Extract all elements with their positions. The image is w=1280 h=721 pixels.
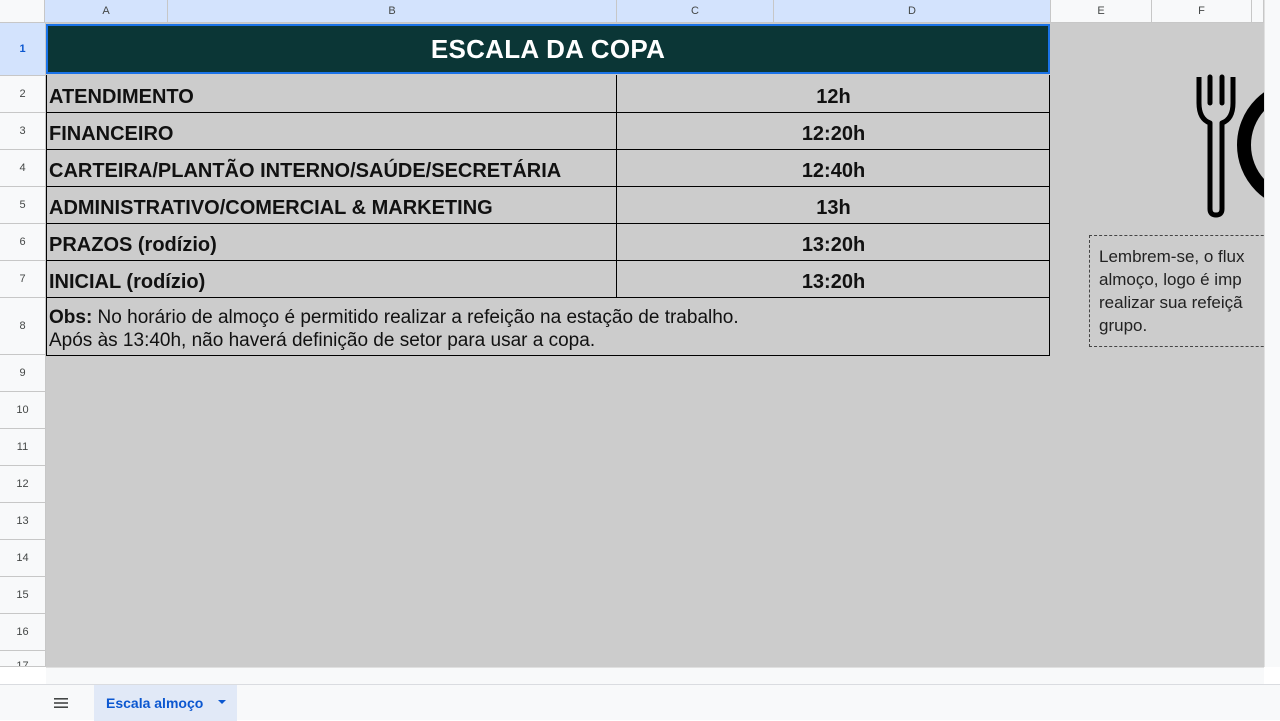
- sector-cell[interactable]: ADMINISTRATIVO/COMERCIAL & MARKETING: [49, 197, 493, 220]
- time-cell[interactable]: 13:20h: [617, 271, 1050, 294]
- sector-cell[interactable]: INICIAL (rodízio): [49, 271, 205, 294]
- column-header-f[interactable]: F: [1152, 0, 1252, 23]
- row-header-14[interactable]: 14: [0, 540, 46, 577]
- sheet-tab-escala-almoco[interactable]: Escala almoço: [94, 685, 237, 721]
- row-header-12[interactable]: 12: [0, 466, 46, 503]
- note-line: realizar sua refeiçã: [1099, 293, 1243, 312]
- row-header-16[interactable]: 16: [0, 614, 46, 651]
- observation-label: Obs:: [49, 307, 93, 328]
- row-header-7[interactable]: 7: [0, 261, 46, 298]
- row-header-15[interactable]: 15: [0, 577, 46, 614]
- sheet-grid[interactable]: ESCALA DA COPA ATENDIMENTO 12h FINANCEIR…: [46, 23, 1264, 667]
- horizontal-scrollbar[interactable]: [46, 667, 1264, 684]
- caret-down-icon[interactable]: [217, 697, 227, 707]
- column-header-g[interactable]: [1252, 0, 1264, 23]
- sector-cell[interactable]: CARTEIRA/PLANTÃO INTERNO/SAÚDE/SECRETÁRI…: [49, 160, 561, 183]
- reminder-note-box[interactable]: Lembrem-se, o flux almoço, logo é imp re…: [1089, 235, 1264, 347]
- vertical-scrollbar[interactable]: [1264, 0, 1280, 667]
- row-header-13[interactable]: 13: [0, 503, 46, 540]
- note-line: Lembrem-se, o flux: [1099, 247, 1245, 266]
- table-border-bottom: [46, 355, 1050, 356]
- column-header-d[interactable]: D: [774, 0, 1051, 23]
- column-header-c[interactable]: C: [617, 0, 774, 23]
- observation-text: No horário de almoço é permitido realiza…: [92, 307, 739, 328]
- hamburger-menu-icon: [54, 698, 68, 708]
- row-header-1[interactable]: 1: [0, 23, 46, 76]
- sector-cell[interactable]: PRAZOS (rodízio): [49, 234, 217, 257]
- sector-cell[interactable]: FINANCEIRO: [49, 123, 173, 146]
- observation-line-1: Obs: No horário de almoço é permitido re…: [49, 306, 739, 329]
- sector-cell[interactable]: ATENDIMENTO: [49, 86, 194, 109]
- observation-cell[interactable]: Obs: No horário de almoço é permitido re…: [49, 306, 739, 352]
- table-row-divider: [46, 149, 1050, 150]
- time-cell[interactable]: 12:20h: [617, 123, 1050, 146]
- select-all-corner[interactable]: [0, 0, 45, 23]
- row-header-6[interactable]: 6: [0, 224, 46, 261]
- table-row-divider: [46, 186, 1050, 187]
- all-sheets-button[interactable]: [50, 694, 72, 712]
- schedule-title-cell[interactable]: ESCALA DA COPA: [46, 24, 1050, 74]
- row-header-17[interactable]: 17: [0, 651, 46, 667]
- table-row-divider: [46, 297, 1050, 298]
- sheet-tab-label: Escala almoço: [106, 695, 204, 711]
- row-header-10[interactable]: 10: [0, 392, 46, 429]
- note-line: almoço, logo é imp: [1099, 270, 1242, 289]
- row-header-2[interactable]: 2: [0, 76, 46, 113]
- time-cell[interactable]: 12h: [617, 86, 1050, 109]
- column-header-b[interactable]: B: [168, 0, 617, 23]
- row-header-9[interactable]: 9: [0, 355, 46, 392]
- table-row-divider: [46, 223, 1050, 224]
- column-header-e[interactable]: E: [1051, 0, 1152, 23]
- row-header-8[interactable]: 8: [0, 298, 46, 355]
- row-header-5[interactable]: 5: [0, 187, 46, 224]
- observation-line-2: Após às 13:40h, não haverá definição de …: [49, 330, 596, 351]
- column-header-a[interactable]: A: [45, 0, 168, 23]
- table-row-divider: [46, 112, 1050, 113]
- sheet-tabs-bar: Escala almoço: [0, 684, 1280, 721]
- row-header-11[interactable]: 11: [0, 429, 46, 466]
- time-cell[interactable]: 13:20h: [617, 234, 1050, 257]
- row-header-4[interactable]: 4: [0, 150, 46, 187]
- note-line: grupo.: [1099, 316, 1148, 335]
- time-cell[interactable]: 12:40h: [617, 160, 1050, 183]
- table-border-left: [46, 75, 47, 356]
- time-cell[interactable]: 13h: [617, 197, 1050, 220]
- fork-plate-icon[interactable]: [1192, 73, 1264, 223]
- row-header-3[interactable]: 3: [0, 113, 46, 150]
- table-row-divider: [46, 260, 1050, 261]
